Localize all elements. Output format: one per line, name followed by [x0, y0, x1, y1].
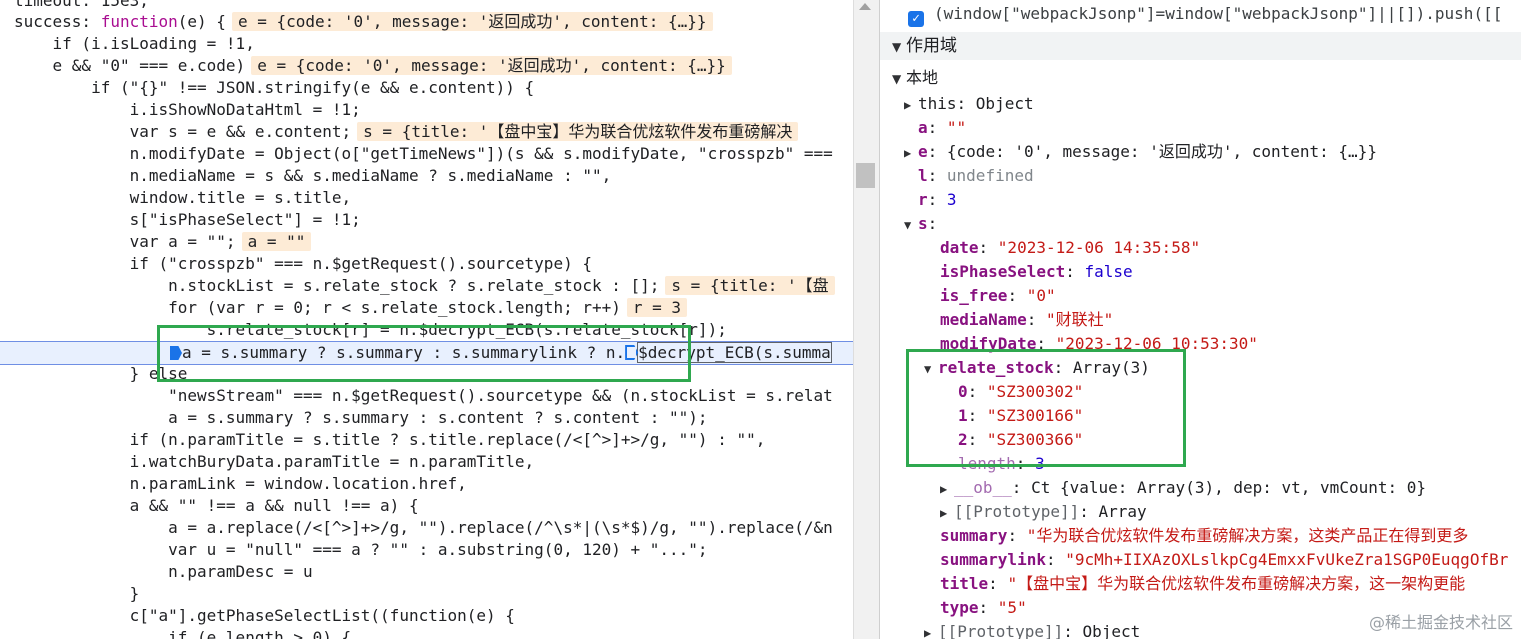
local-scope-header[interactable]: ▼ 本地: [892, 66, 938, 90]
prop-mediaName[interactable]: mediaName: "财联社": [940, 308, 1113, 332]
code-line: n.modifyDate = Object(o["getTimeNews"])(…: [14, 144, 833, 163]
triangle-right-icon[interactable]: ▶: [924, 621, 938, 639]
inline-value-annotation: s = {title: '【盘中宝】华为联合优炫软件发布重磅解决: [357, 122, 799, 141]
scope-pane: ✓ (window["webpackJsonp"]=window["webpack…: [879, 0, 1521, 639]
scope-var-e[interactable]: ▶ e: {code: '0', message: '返回成功', content…: [904, 140, 1377, 164]
scrollbar-track[interactable]: [853, 0, 879, 639]
code-line: a && "" !== a && null !== a) {: [14, 496, 419, 515]
code-line: c["a"].getPhaseSelectList((function(e) {: [14, 606, 515, 625]
code-line: if (n.paramTitle = s.title ? s.title.rep…: [14, 430, 766, 449]
watermark: @稀土掘金技术社区: [1368, 613, 1513, 632]
code-line: var a = ""; a = "": [14, 231, 312, 253]
prop-isPhaseSelect[interactable]: isPhaseSelect: false: [940, 260, 1133, 284]
prop-is-free[interactable]: is_free: "0": [940, 284, 1056, 308]
inline-value-annotation: a = "": [241, 232, 312, 251]
inline-value-annotation: r = 3: [626, 298, 688, 317]
highlight-box-scope: [906, 349, 1186, 467]
triangle-right-icon[interactable]: ▶: [904, 141, 918, 165]
prop-prototype-array[interactable]: ▶ [[Prototype]]: Array: [940, 500, 1147, 524]
prop-prototype-object[interactable]: ▶ [[Prototype]]: Object: [924, 620, 1140, 639]
code-line: var u = "null" === a ? "" : a.substring(…: [14, 540, 708, 559]
code-line: "newsStream" === n.$getRequest().sourcet…: [14, 386, 833, 405]
code-line: i.isShowNoDataHtml = !1;: [14, 100, 361, 119]
highlight-box-code: [157, 325, 691, 382]
triangle-down-icon[interactable]: ▼: [904, 213, 918, 237]
prop-summary[interactable]: summary: "华为联合优炫软件发布重磅解决方案，这类产品正在得到更多: [940, 524, 1468, 548]
code-line: a = a.replace(/<[^>]+>/g, "").replace(/^…: [14, 518, 833, 537]
scope-var-l[interactable]: l: undefined: [918, 164, 1034, 188]
code-line: if (i.isLoading = !1,: [14, 34, 255, 53]
triangle-right-icon[interactable]: ▶: [940, 477, 954, 501]
breakpoint-entry[interactable]: ✓ (window["webpackJsonp"]=window["webpack…: [908, 2, 1502, 27]
code-line: success: function(e) {e = {code: '0', me…: [14, 11, 713, 33]
triangle-right-icon[interactable]: ▶: [940, 501, 954, 525]
inline-value-annotation: s = {title: '【盘: [665, 276, 835, 295]
code-line: var s = e && e.content; s = {title: '【盘中宝…: [14, 121, 799, 143]
triangle-down-icon[interactable]: ▼: [892, 67, 906, 91]
code-line: n.paramDesc = u: [14, 562, 313, 581]
checkbox-checked-icon[interactable]: ✓: [908, 11, 924, 27]
triangle-down-icon[interactable]: ▼: [892, 33, 906, 61]
prop-ob[interactable]: ▶ __ob__: Ct {value: Array(3), dep: vt, v…: [940, 476, 1426, 500]
code-line: n.paramLink = window.location.href,: [14, 474, 467, 493]
code-line: n.mediaName = s && s.mediaName ? s.media…: [14, 166, 612, 185]
scope-section-header[interactable]: ▼ 作用域: [880, 32, 1521, 60]
scope-var-r[interactable]: r: 3: [918, 188, 957, 212]
triangle-right-icon[interactable]: ▶: [904, 93, 918, 117]
prop-summarylink[interactable]: summarylink: "9cMh+IIXAzOXLslkpCg4EmxxFv…: [940, 548, 1508, 572]
code-line: n.stockList = s.relate_stock ? s.relate_…: [14, 275, 835, 297]
code-line: }: [14, 584, 140, 603]
code-line: if ("{}" !== JSON.stringify(e && e.conte…: [14, 78, 535, 97]
code-line: s["isPhaseSelect"] = !1;: [14, 210, 361, 229]
scope-var-a[interactable]: a: "": [918, 116, 966, 140]
inline-value-annotation: e = {code: '0', message: '返回成功', content…: [251, 56, 732, 75]
scope-var-this[interactable]: ▶ this: Object: [904, 92, 1034, 116]
scrollbar-thumb[interactable]: [856, 163, 875, 188]
code-line: e && "0" === e.code) e = {code: '0', mess…: [14, 55, 732, 77]
inline-value-annotation: e = {code: '0', message: '返回成功', content…: [231, 12, 713, 31]
source-code-pane[interactable]: timeout: 15e3, success: function(e) {e =…: [0, 0, 853, 639]
code-line: for (var r = 0; r < s.relate_stock.lengt…: [14, 297, 688, 319]
scroll-up-icon[interactable]: [859, 3, 871, 10]
prop-title[interactable]: title: "【盘中宝】华为联合优炫软件发布重磅解决方案，这一架构更能: [940, 572, 1465, 596]
code-line: i.watchBuryData.paramTitle = n.paramTitl…: [14, 452, 535, 471]
code-line: if ("crosspzb" === n.$getRequest().sourc…: [14, 254, 592, 273]
scope-var-s[interactable]: ▼ s:: [904, 212, 937, 236]
prop-type[interactable]: type: "5": [940, 596, 1027, 620]
code-line: window.title = s.title,: [14, 188, 352, 207]
prop-date[interactable]: date: "2023-12-06 14:35:58": [940, 236, 1200, 260]
code-line: if (e.length > 0) {: [14, 628, 352, 639]
code-line: a = s.summary ? s.summary : s.content ? …: [14, 408, 708, 427]
